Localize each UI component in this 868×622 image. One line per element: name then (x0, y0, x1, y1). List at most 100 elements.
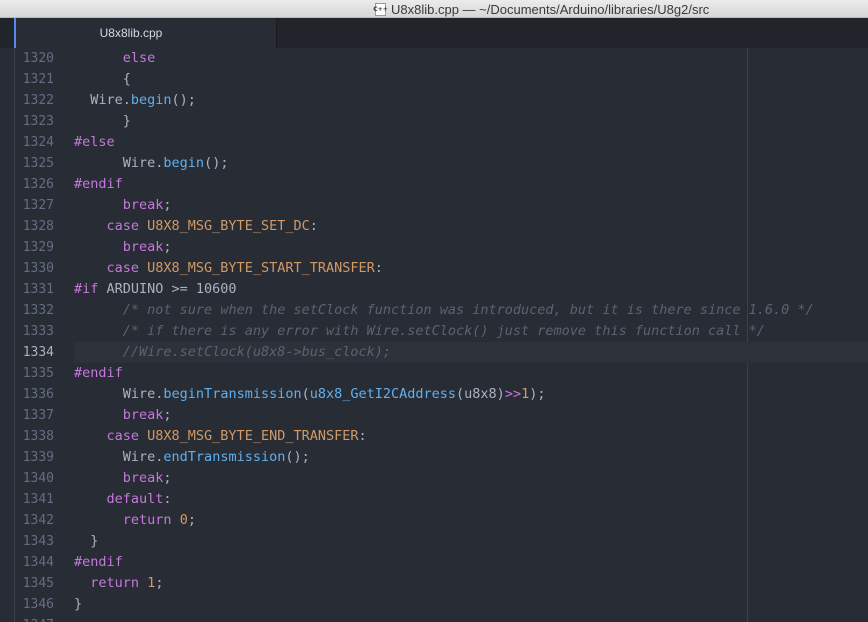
cpp-file-icon: C++ (373, 2, 388, 16)
line-number[interactable]: 1326 (0, 174, 54, 195)
code-token: return (90, 575, 148, 591)
code-text[interactable]: //Wire.setClock(u8x8->bus_clock); (74, 342, 868, 363)
line-number[interactable]: 1325 (0, 153, 54, 174)
code-line[interactable]: 1332 /* not sure when the setClock funct… (0, 300, 868, 321)
code-lines[interactable]: 1320 else 1321 {1322 Wire.begin(); 1323 } 1… (0, 48, 868, 622)
code-token: (); (204, 155, 229, 171)
line-number[interactable]: 1331 (0, 279, 54, 300)
code-text[interactable]: #else (74, 132, 868, 153)
tab-u8x8lib-cpp[interactable]: U8x8lib.cpp (14, 18, 276, 48)
line-number[interactable]: 1321 (0, 69, 54, 90)
code-line[interactable]: 1339 Wire.endTransmission(); (0, 447, 868, 468)
line-number[interactable]: 1338 (0, 426, 54, 447)
code-line[interactable]: 1325 Wire.begin(); (0, 153, 868, 174)
code-token: /* if there is any error with Wire.setCl… (122, 323, 765, 339)
line-number[interactable]: 1329 (0, 237, 54, 258)
line-number[interactable]: 1342 (0, 510, 54, 531)
code-line[interactable]: 1330 case U8X8_MSG_BYTE_START_TRANSFER: (0, 258, 868, 279)
code-text[interactable]: #endif (74, 174, 868, 195)
code-line[interactable]: 1343 } (0, 531, 868, 552)
code-text[interactable]: break; (74, 405, 868, 426)
code-line[interactable]: 1321 { (0, 69, 868, 90)
line-number[interactable]: 1335 (0, 363, 54, 384)
code-text[interactable]: case U8X8_MSG_BYTE_START_TRANSFER: (74, 258, 868, 279)
code-text[interactable]: return 1; (74, 573, 868, 594)
code-line[interactable]: 1347 (0, 615, 868, 622)
code-line[interactable]: 1338 case U8X8_MSG_BYTE_END_TRANSFER: (0, 426, 868, 447)
code-line[interactable]: 1334 //Wire.setClock(u8x8->bus_clock); (0, 342, 868, 363)
code-text[interactable]: case U8X8_MSG_BYTE_END_TRANSFER: (74, 426, 868, 447)
code-text[interactable] (74, 615, 868, 622)
code-line[interactable]: 1331 #if ARDUINO >= 10600 (0, 279, 868, 300)
code-text[interactable]: case U8X8_MSG_BYTE_SET_DC: (74, 216, 868, 237)
code-line[interactable]: 1322 Wire.begin(); (0, 90, 868, 111)
code-text[interactable]: default: (74, 489, 868, 510)
line-number[interactable]: 1320 (0, 48, 54, 69)
code-text[interactable]: #endif (74, 363, 868, 384)
code-text[interactable]: #if ARDUINO >= 10600 (74, 279, 868, 300)
code-line[interactable]: 1324 #else (0, 132, 868, 153)
code-line[interactable]: 1341 default: (0, 489, 868, 510)
code-text[interactable]: break; (74, 195, 868, 216)
line-number[interactable]: 1344 (0, 552, 54, 573)
code-text[interactable]: Wire.begin(); (74, 153, 868, 174)
line-number[interactable]: 1330 (0, 258, 54, 279)
code-text[interactable]: #endif (74, 552, 868, 573)
line-number[interactable]: 1343 (0, 531, 54, 552)
code-text[interactable]: return 0; (74, 510, 868, 531)
code-line[interactable]: 1340 break; (0, 468, 868, 489)
line-number[interactable]: 1339 (0, 447, 54, 468)
code-text[interactable]: Wire.beginTransmission(u8x8_GetI2CAddres… (74, 384, 868, 405)
code-text[interactable]: Wire.endTransmission(); (74, 447, 868, 468)
code-text[interactable]: { (74, 69, 868, 90)
code-token: { (122, 71, 131, 87)
line-number[interactable]: 1332 (0, 300, 54, 321)
code-text[interactable]: break; (74, 237, 868, 258)
code-text[interactable]: /* not sure when the setClock function w… (74, 300, 868, 321)
line-number[interactable]: 1337 (0, 405, 54, 426)
code-line[interactable]: 1337 break; (0, 405, 868, 426)
code-text[interactable]: Wire.begin(); (74, 90, 868, 111)
line-number[interactable]: 1345 (0, 573, 54, 594)
code-text[interactable]: } (74, 531, 868, 552)
code-editor[interactable]: 1320 else 1321 {1322 Wire.begin(); 1323 } 1… (0, 48, 868, 622)
code-line[interactable]: 1328 case U8X8_MSG_BYTE_SET_DC: (0, 216, 868, 237)
code-line[interactable]: 1327 break; (0, 195, 868, 216)
code-text[interactable]: break; (74, 468, 868, 489)
code-line[interactable]: 1345 return 1; (0, 573, 868, 594)
code-line[interactable]: 1323 } (0, 111, 868, 132)
line-number[interactable]: 1324 (0, 132, 54, 153)
code-token: break (122, 197, 164, 213)
code-line[interactable]: 1320 else (0, 48, 868, 69)
code-token: ; (163, 470, 172, 486)
line-number[interactable]: 1340 (0, 468, 54, 489)
code-text[interactable]: else (74, 48, 868, 69)
code-line[interactable]: 1344 #endif (0, 552, 868, 573)
line-number[interactable]: 1328 (0, 216, 54, 237)
line-number[interactable]: 1333 (0, 321, 54, 342)
line-number[interactable]: 1322 (0, 90, 54, 111)
code-line[interactable]: 1342 return 0; (0, 510, 868, 531)
line-number[interactable]: 1341 (0, 489, 54, 510)
line-number[interactable]: 1336 (0, 384, 54, 405)
line-number[interactable]: 1346 (0, 594, 54, 615)
window-titlebar[interactable]: C++ U8x8lib.cpp — ~/Documents/Arduino/li… (0, 0, 868, 18)
code-line[interactable]: 1333 /* if there is any error with Wire.… (0, 321, 868, 342)
line-number[interactable]: 1327 (0, 195, 54, 216)
code-text[interactable]: } (74, 594, 868, 615)
code-line[interactable]: 1326 #endif (0, 174, 868, 195)
code-line[interactable]: 1346} (0, 594, 868, 615)
code-text[interactable]: /* if there is any error with Wire.setCl… (74, 321, 868, 342)
line-number[interactable]: 1347 (0, 615, 54, 622)
line-number[interactable]: 1334 (0, 342, 54, 363)
code-line[interactable]: 1336 Wire.beginTransmission(u8x8_GetI2CA… (0, 384, 868, 405)
code-line[interactable]: 1335 #endif (0, 363, 868, 384)
code-token: } (74, 596, 83, 612)
line-number[interactable]: 1323 (0, 111, 54, 132)
code-text[interactable]: } (74, 111, 868, 132)
code-line[interactable]: 1329 break; (0, 237, 868, 258)
